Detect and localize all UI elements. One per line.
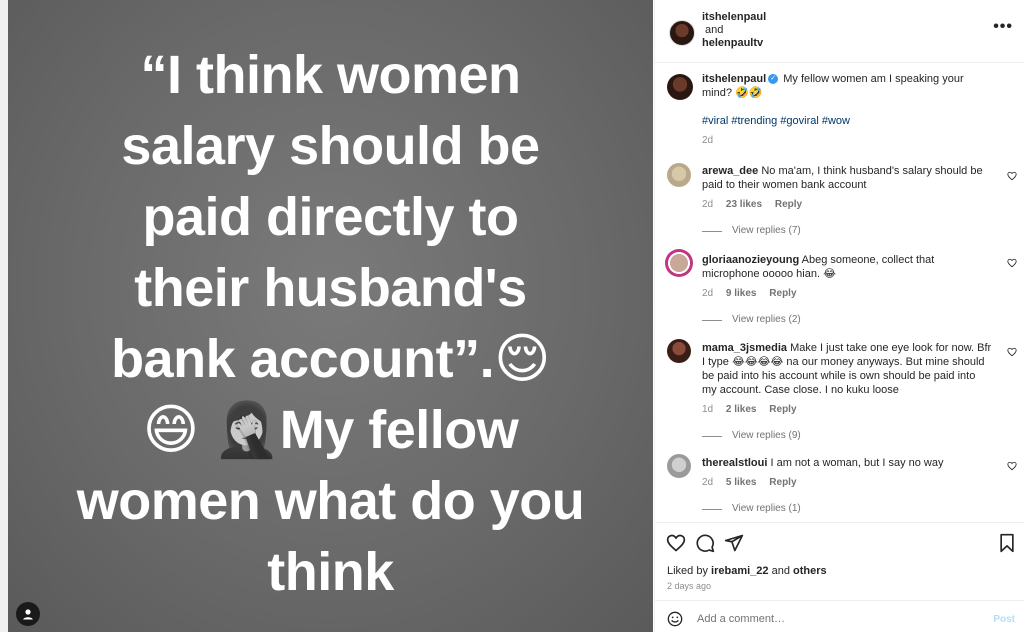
reply-button[interactable]: Reply xyxy=(775,199,802,210)
liked-by-others-link[interactable]: others xyxy=(793,565,827,577)
share-paper-plane-icon[interactable] xyxy=(724,533,744,553)
post-line-1: “I think women xyxy=(140,45,521,105)
view-replies-button[interactable]: View replies (9) xyxy=(702,429,992,443)
post-detail-panel: itshelenpaul and helenpaultv ••• itshele… xyxy=(654,0,1024,632)
tagged-users-button[interactable] xyxy=(16,602,40,626)
reply-button[interactable]: Reply xyxy=(769,404,796,415)
relieved-face-icon: 😌 xyxy=(494,329,550,389)
more-options-icon[interactable]: ••• xyxy=(993,18,1013,36)
post-line-5: bank account”. xyxy=(111,329,495,389)
post-actions: Liked by irebami_22 and others 2 days ag… xyxy=(655,522,1024,601)
post-comment-button[interactable]: Post xyxy=(993,614,1015,625)
save-bookmark-icon[interactable] xyxy=(997,533,1017,553)
post-header: itshelenpaul and helenpaultv ••• xyxy=(655,0,1024,63)
comment-text: I am not a woman, but I say no way xyxy=(770,457,944,469)
caption-text-block: itshelenpaul ✓ My fellow women am I speak… xyxy=(702,72,992,148)
liked-by-user-link[interactable]: irebami_22 xyxy=(711,565,768,577)
reply-button[interactable]: Reply xyxy=(769,477,796,488)
comment-username[interactable]: mama_3jsmedia xyxy=(702,342,787,354)
view-replies-button[interactable]: View replies (1) xyxy=(702,502,992,516)
comment-time: 2d xyxy=(702,288,714,299)
caption-avatar[interactable] xyxy=(667,74,693,100)
comment-time: 2d xyxy=(702,199,714,210)
comment-bubble-icon[interactable] xyxy=(695,533,715,553)
like-heart-icon[interactable] xyxy=(666,533,686,553)
comment-likes[interactable]: 9 likes xyxy=(726,288,757,299)
post-line-2: salary should be xyxy=(121,116,540,176)
comment-username[interactable]: gloriaanozieyoung xyxy=(702,254,799,266)
like-comment-heart-icon[interactable] xyxy=(1007,347,1017,357)
comment-likes[interactable]: 23 likes xyxy=(726,199,762,210)
author-username-2[interactable]: helenpaultv xyxy=(702,37,763,49)
comment-time: 2d xyxy=(702,477,714,488)
commenter-avatar[interactable] xyxy=(667,339,691,363)
author-username-1[interactable]: itshelenpaul xyxy=(702,11,766,23)
liked-by-text: Liked by irebami_22 and others xyxy=(667,565,827,577)
like-comment-heart-icon[interactable] xyxy=(1007,171,1017,181)
post-timestamp[interactable]: 2 days ago xyxy=(667,581,711,591)
commenter-avatar-story-ring[interactable] xyxy=(665,249,693,277)
like-comment-heart-icon[interactable] xyxy=(1007,461,1017,471)
commenter-avatar[interactable] xyxy=(667,454,691,478)
facepalm-icon: 🤦‍♀️ xyxy=(213,400,280,460)
like-comment-heart-icon[interactable] xyxy=(1007,258,1017,268)
post-image-text: “I think women salary should be paid dir… xyxy=(8,40,653,608)
caption-username[interactable]: itshelenpaul xyxy=(702,73,766,85)
author-and-text: and xyxy=(705,24,724,36)
post-line-4: their husband's xyxy=(134,258,527,318)
author-names: itshelenpaul and helenpaultv xyxy=(702,11,766,50)
comment-likes[interactable]: 2 likes xyxy=(726,404,757,415)
author-avatar[interactable] xyxy=(669,20,695,46)
user-icon xyxy=(23,609,33,620)
comment-username[interactable]: arewa_dee xyxy=(702,165,758,177)
post-line-6: My fellow xyxy=(279,400,519,460)
grinning-face-icon: 😄 xyxy=(142,400,199,460)
post-line-3: paid directly to xyxy=(142,187,519,247)
add-comment-bar: Post xyxy=(655,600,1024,633)
caption-hashtags[interactable]: #viral #trending #goviral #wow xyxy=(702,114,992,128)
commenter-avatar[interactable] xyxy=(667,163,691,187)
caption-time: 2d xyxy=(702,135,714,146)
emoji-picker-icon[interactable] xyxy=(667,611,683,627)
add-comment-input[interactable] xyxy=(695,607,979,631)
post-line-7: women what do you xyxy=(76,471,585,531)
comment-username[interactable]: therealstloui xyxy=(702,457,767,469)
verified-badge-icon: ✓ xyxy=(768,74,779,85)
reply-button[interactable]: Reply xyxy=(769,288,796,299)
comment-time: 1d xyxy=(702,404,714,415)
comment-likes[interactable]: 5 likes xyxy=(726,477,757,488)
post-image[interactable]: “I think women salary should be paid dir… xyxy=(8,0,653,632)
view-replies-button[interactable]: View replies (7) xyxy=(702,224,992,238)
post-line-8: think xyxy=(267,542,394,602)
comments-list[interactable]: itshelenpaul ✓ My fellow women am I speak… xyxy=(655,62,1024,522)
view-replies-button[interactable]: View replies (2) xyxy=(702,313,992,327)
